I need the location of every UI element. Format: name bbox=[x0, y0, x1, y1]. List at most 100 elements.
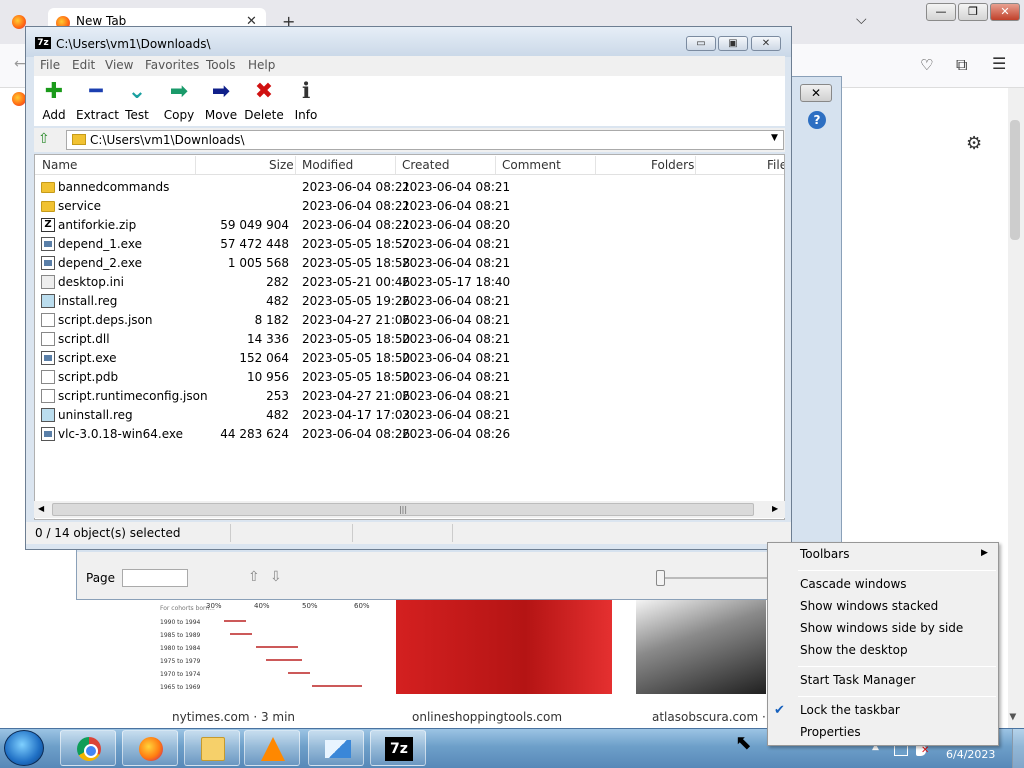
table-row[interactable]: Zantiforkie.zip 59 049 904 2023-06-04 08:2… bbox=[35, 216, 784, 235]
dialog-close-button[interactable]: ✕ bbox=[800, 84, 832, 102]
vlc-cone-icon bbox=[261, 737, 285, 761]
table-row[interactable]: desktop.ini 282 2023-05-21 00:46 2023-05-17… bbox=[35, 273, 784, 292]
folder-up-icon[interactable]: ⇧ bbox=[38, 131, 50, 147]
extensions-icon[interactable]: ⧉ bbox=[956, 55, 967, 75]
news-card[interactable]: atlasobscura.com · 4 bbox=[636, 600, 777, 728]
menu-view[interactable]: View bbox=[105, 58, 133, 72]
menu-item-show-side-by-side[interactable]: Show windows side by side bbox=[800, 621, 963, 635]
table-row[interactable]: vlc-3.0.18-win64.exe 44 283 624 2023-06-04… bbox=[35, 425, 784, 444]
extract-button[interactable]: ━ Extract bbox=[76, 80, 119, 123]
table-row[interactable]: bannedcommands 2023-06-04 08:21 2023-06-04… bbox=[35, 178, 784, 197]
clock-date[interactable]: 6/4/2023 bbox=[946, 748, 995, 761]
menu-favorites[interactable]: Favorites bbox=[145, 58, 199, 72]
info-button[interactable]: ℹ Info bbox=[292, 80, 320, 123]
taskbar-firefox-button[interactable] bbox=[122, 730, 178, 766]
news-card[interactable]: onlineshoppingtools.com bbox=[396, 600, 612, 728]
zoom-slider-track[interactable] bbox=[660, 577, 770, 579]
menu-item-toolbars[interactable]: Toolbars bbox=[800, 547, 849, 561]
move-button[interactable]: ➡ Move bbox=[204, 80, 238, 123]
column-modified[interactable]: Modified bbox=[302, 158, 353, 172]
close-button[interactable]: ✕ bbox=[990, 3, 1020, 21]
scroll-down-icon[interactable]: ▶ bbox=[1007, 714, 1017, 721]
table-row[interactable]: uninstall.reg 482 2023-04-17 17:03 2023-06-… bbox=[35, 406, 784, 425]
table-row[interactable]: script.pdb 10 956 2023-05-05 18:50 2023-06-… bbox=[35, 368, 784, 387]
scroll-left-icon[interactable]: ◀ bbox=[38, 504, 44, 513]
gear-icon[interactable]: ⚙ bbox=[966, 133, 982, 154]
delete-button[interactable]: ✖ Delete bbox=[244, 80, 284, 123]
bookmark-firefox-icon[interactable] bbox=[12, 92, 26, 106]
restore-button[interactable]: ❐ bbox=[958, 3, 988, 21]
table-row[interactable]: depend_1.exe 57 472 448 2023-05-05 18:57 20… bbox=[35, 235, 784, 254]
menu-file[interactable]: File bbox=[40, 58, 60, 72]
table-row[interactable]: service 2023-06-04 08:21 2023-06-04 08:21 bbox=[35, 197, 784, 216]
zoom-slider-thumb[interactable] bbox=[656, 570, 665, 586]
taskbar-app-button[interactable] bbox=[308, 730, 364, 766]
column-created[interactable]: Created bbox=[402, 158, 450, 172]
table-row[interactable]: script.runtimeconfig.json 253 2023-04-27 2… bbox=[35, 387, 784, 406]
pocket-icon[interactable]: ♡ bbox=[920, 56, 933, 74]
dll-file-icon bbox=[41, 332, 55, 346]
test-button[interactable]: ⌄ Test bbox=[122, 79, 152, 123]
menu-help[interactable]: Help bbox=[248, 58, 275, 72]
column-files[interactable]: File bbox=[767, 158, 784, 172]
column-name[interactable]: Name bbox=[42, 158, 77, 172]
file-size: 152 064 bbox=[239, 351, 289, 365]
column-folders[interactable]: Folders bbox=[651, 158, 694, 172]
menu-item-lock-taskbar[interactable]: Lock the taskbar bbox=[800, 703, 900, 717]
list-all-tabs-icon[interactable]: ⌵ bbox=[856, 12, 867, 28]
delete-label: Delete bbox=[244, 108, 284, 122]
news-card[interactable]: For cohorts born... 30% 40% 50% 60% 1990… bbox=[156, 600, 372, 728]
help-icon[interactable]: ? bbox=[808, 111, 826, 129]
file-created: 2023-06-04 08:21 bbox=[402, 237, 511, 251]
page-up-icon[interactable]: ⇧ bbox=[248, 569, 260, 585]
file-list[interactable]: Name Size Modified Created Comment Folde… bbox=[34, 154, 785, 520]
7zip-minimize-button[interactable]: ▭ bbox=[686, 36, 716, 51]
show-desktop-button[interactable] bbox=[1012, 729, 1024, 768]
taskbar-7zip-button[interactable]: 7z bbox=[370, 730, 426, 766]
file-modified: 2023-05-05 18:50 bbox=[302, 332, 411, 346]
file-modified: 2023-05-05 18:50 bbox=[302, 351, 411, 365]
table-row[interactable]: script.exe 152 064 2023-05-05 18:50 2023-06… bbox=[35, 349, 784, 368]
file-modified: 2023-04-27 21:06 bbox=[302, 389, 411, 403]
menu-item-properties[interactable]: Properties bbox=[800, 725, 861, 739]
7zip-close-button[interactable]: ✕ bbox=[751, 36, 781, 51]
folder-icon bbox=[41, 182, 55, 193]
page-down-icon[interactable]: ⇩ bbox=[270, 569, 282, 585]
menu-tools[interactable]: Tools bbox=[206, 58, 236, 72]
page-label: Page bbox=[86, 571, 116, 585]
minimize-button[interactable]: — bbox=[926, 3, 956, 21]
mini-chart-tick: 50% bbox=[302, 602, 318, 610]
back-arrow-icon[interactable]: ← bbox=[14, 56, 26, 72]
file-created: 2023-06-04 08:21 bbox=[402, 180, 511, 194]
table-row[interactable]: script.deps.json 8 182 2023-04-27 21:06 202… bbox=[35, 311, 784, 330]
table-row[interactable]: script.dll 14 336 2023-05-05 18:50 2023-06-… bbox=[35, 330, 784, 349]
column-size[interactable]: Size bbox=[269, 158, 294, 172]
table-row[interactable]: depend_2.exe 1 005 568 2023-05-05 18:58 202… bbox=[35, 254, 784, 273]
menu-item-show-windows-stacked[interactable]: Show windows stacked bbox=[800, 599, 938, 613]
taskbar-chrome-button[interactable] bbox=[60, 730, 116, 766]
menu-edit[interactable]: Edit bbox=[72, 58, 95, 72]
table-row[interactable]: install.reg 482 2023-05-05 19:26 2023-06-04… bbox=[35, 292, 784, 311]
horizontal-scrollbar-thumb[interactable]: ||| bbox=[52, 503, 754, 516]
7zip-maximize-button[interactable]: ▣ bbox=[718, 36, 748, 51]
test-icon: ⌄ bbox=[127, 79, 147, 104]
submenu-arrow-icon: ▶ bbox=[981, 548, 988, 558]
taskbar-explorer-button[interactable] bbox=[184, 730, 240, 766]
menu-item-start-task-manager[interactable]: Start Task Manager bbox=[800, 673, 915, 687]
copy-label: Copy bbox=[163, 108, 195, 122]
add-button[interactable]: ✚ Add bbox=[40, 80, 68, 123]
file-created: 2023-06-04 08:21 bbox=[402, 389, 511, 403]
copy-icon: ➡ bbox=[169, 79, 189, 104]
taskbar-vlc-button[interactable] bbox=[244, 730, 300, 766]
page-number-input[interactable] bbox=[122, 569, 188, 587]
hamburger-menu-icon[interactable]: ☰ bbox=[992, 54, 1006, 73]
file-size: 1 005 568 bbox=[227, 256, 289, 270]
start-button[interactable] bbox=[4, 730, 44, 766]
scroll-right-icon[interactable]: ▶ bbox=[772, 504, 778, 513]
chevron-down-icon[interactable]: ▼ bbox=[771, 133, 778, 143]
column-comment[interactable]: Comment bbox=[502, 158, 561, 172]
menu-item-show-desktop[interactable]: Show the desktop bbox=[800, 643, 908, 657]
copy-button[interactable]: ➡ Copy bbox=[162, 79, 196, 123]
menu-item-cascade-windows[interactable]: Cascade windows bbox=[800, 577, 907, 591]
page-scrollbar-thumb[interactable] bbox=[1010, 120, 1020, 240]
